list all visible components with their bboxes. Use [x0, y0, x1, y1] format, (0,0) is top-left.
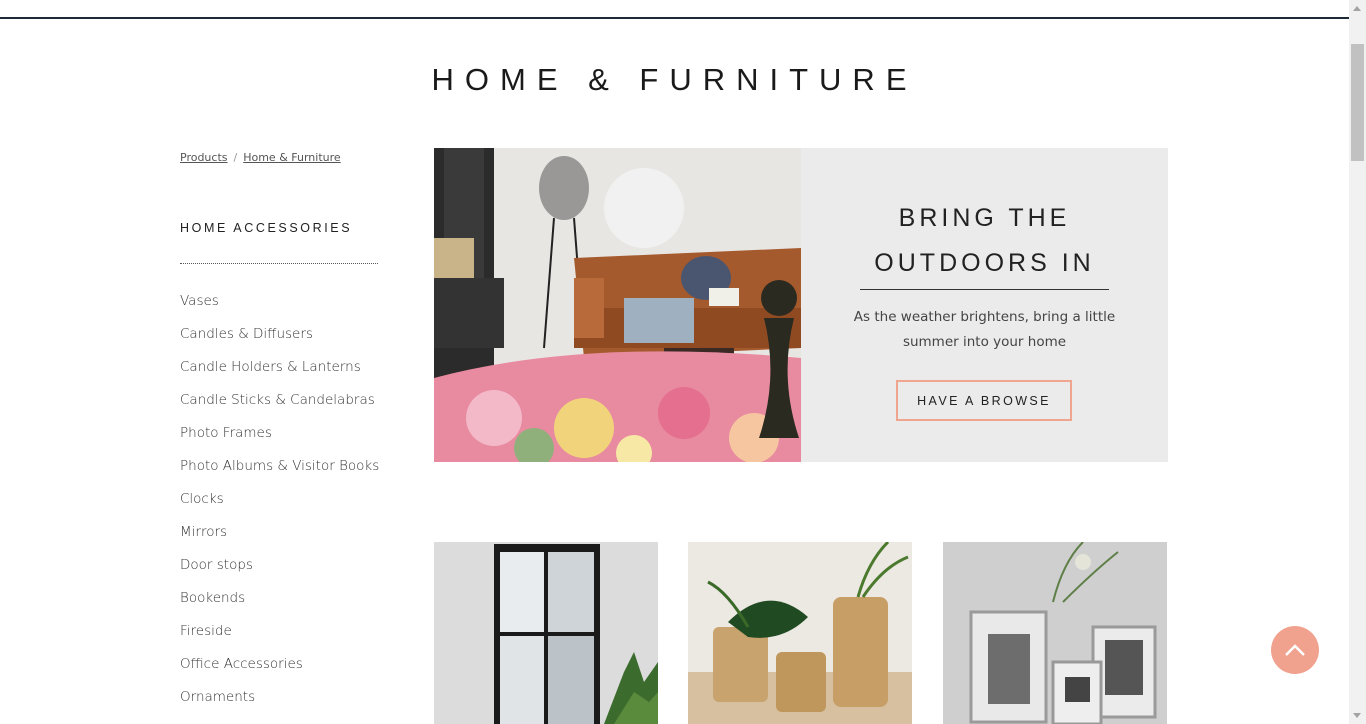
- have-a-browse-button[interactable]: HAVE A BROWSE: [896, 380, 1072, 421]
- rattan-vases-image[interactable]: [688, 542, 912, 724]
- hero-banner: BRING THE OUTDOORS IN As the weather bri…: [434, 148, 1168, 462]
- sidebar-item-mirrors[interactable]: Mirrors: [180, 521, 379, 554]
- header-border: [0, 0, 1349, 19]
- page-scrollbar-thumb[interactable]: [1351, 44, 1364, 161]
- sidebar-item-vases[interactable]: Vases: [180, 290, 379, 323]
- sidebar-divider: [180, 263, 378, 264]
- scroll-to-top-button[interactable]: [1271, 626, 1319, 674]
- sidebar-item-office-accessories[interactable]: Office Accessories: [180, 653, 379, 686]
- sidebar-category-list: Vases Candles & Diffusers Candle Holders…: [180, 290, 379, 719]
- breadcrumb: Products / Home & Furniture: [180, 151, 341, 164]
- sidebar-item-candle-sticks-candelabras[interactable]: Candle Sticks & Candelabras: [180, 389, 379, 422]
- silver-photo-frames-image[interactable]: [943, 542, 1167, 724]
- chevron-up-icon: [1285, 644, 1305, 656]
- sidebar-heading: HOME ACCESSORIES: [180, 221, 353, 235]
- scrollbar-down-arrow-icon[interactable]: [1353, 713, 1361, 718]
- hero-heading-line-1: BRING THE: [898, 204, 1071, 232]
- hero-heading: BRING THE OUTDOORS IN: [801, 196, 1168, 286]
- sidebar-item-door-stops[interactable]: Door stops: [180, 554, 379, 587]
- scrollbar-up-arrow-icon[interactable]: [1353, 6, 1361, 11]
- page-title: HOME & FURNITURE: [431, 62, 918, 97]
- breadcrumb-separator: /: [233, 151, 238, 164]
- sidebar-item-bookends[interactable]: Bookends: [180, 587, 379, 620]
- sidebar-item-ornaments[interactable]: Ornaments: [180, 686, 379, 719]
- sidebar-item-photo-frames[interactable]: Photo Frames: [180, 422, 379, 455]
- hero-heading-line-2: OUTDOORS IN: [874, 249, 1095, 277]
- sidebar-item-photo-albums[interactable]: Photo Albums & Visitor Books: [180, 455, 379, 488]
- breadcrumb-home-furniture-link[interactable]: Home & Furniture: [243, 151, 340, 164]
- living-room-sofa-rug-image[interactable]: [434, 148, 801, 462]
- sidebar-item-candle-holders-lanterns[interactable]: Candle Holders & Lanterns: [180, 356, 379, 389]
- breadcrumb-products-link[interactable]: Products: [180, 151, 228, 164]
- sidebar-item-fireside[interactable]: Fireside: [180, 620, 379, 653]
- floor-mirror-image[interactable]: [434, 542, 658, 724]
- sidebar-item-clocks[interactable]: Clocks: [180, 488, 379, 521]
- hero-divider: [860, 289, 1109, 290]
- hero-promo-panel: BRING THE OUTDOORS IN As the weather bri…: [801, 148, 1168, 462]
- hero-description: As the weather brightens, bring a little…: [853, 309, 1116, 350]
- sidebar-item-candles-diffusers[interactable]: Candles & Diffusers: [180, 323, 379, 356]
